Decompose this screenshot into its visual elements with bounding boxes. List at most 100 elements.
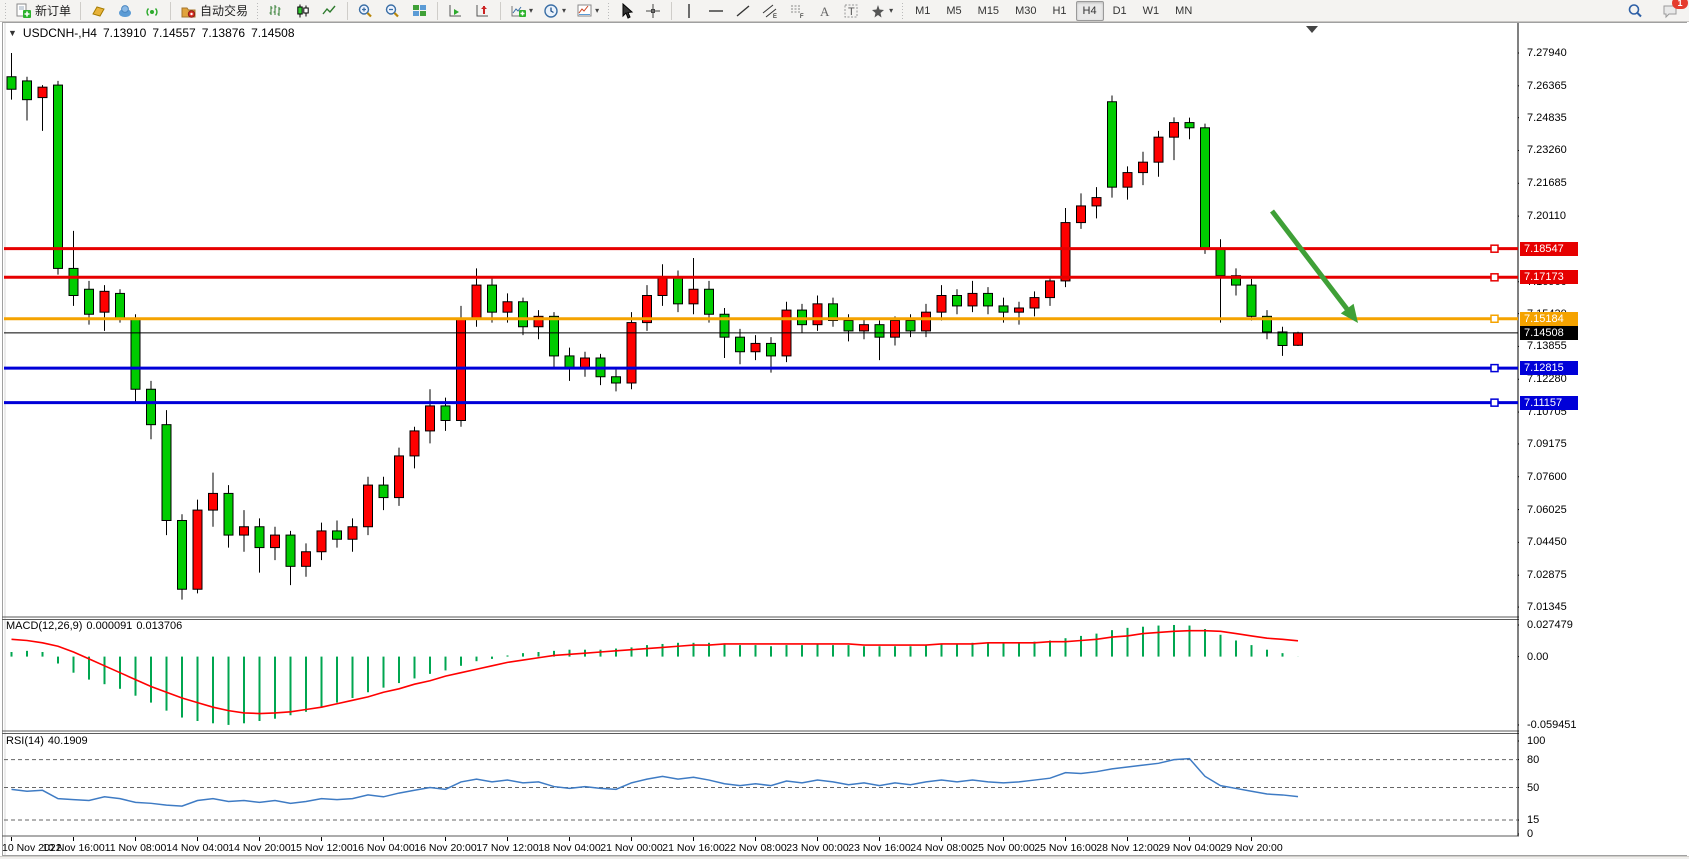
one-click-trading-toggle-icon[interactable]: ▼ <box>8 28 17 38</box>
candle-down <box>875 325 884 337</box>
auto-scroll-button[interactable] <box>443 0 468 22</box>
timeframe-w1-button[interactable]: W1 <box>1136 1 1167 21</box>
rsi-tick-label: 100 <box>1527 735 1545 747</box>
text-label-icon: T <box>843 3 860 19</box>
timeframe-m1-button[interactable]: M1 <box>908 1 937 21</box>
price-line-handle[interactable] <box>1491 315 1498 322</box>
chart-shift-marker[interactable] <box>1306 26 1318 33</box>
price-tick-label: 7.27940 <box>1527 47 1567 59</box>
candle-up <box>240 527 249 535</box>
candle-down <box>705 289 714 314</box>
chart-canvas[interactable] <box>0 0 1689 859</box>
candle-up <box>426 406 435 431</box>
rsi-name: RSI(14) <box>6 735 44 747</box>
toolbar-grip[interactable] <box>606 3 611 19</box>
horizontal-price-lines[interactable] <box>4 245 1518 406</box>
dropdown-caret: ▾ <box>529 6 533 15</box>
community-button[interactable] <box>113 0 138 22</box>
shapes-tool-button[interactable]: ▾ <box>866 0 897 22</box>
signals-icon <box>144 3 161 19</box>
toolbar-grip[interactable] <box>3 3 8 19</box>
macd-main-value: 0.000091 <box>86 620 132 632</box>
candle-up <box>472 285 481 318</box>
vertical-line-tool-button[interactable] <box>677 0 702 22</box>
text-tool-button[interactable]: A <box>812 0 837 22</box>
candle-down <box>255 527 264 548</box>
price-badge-support-2: 7.11157 <box>1520 396 1578 410</box>
trend-arrow-annotation[interactable] <box>1272 211 1358 323</box>
time-axis-label: 17 Nov 12:00 <box>475 842 541 854</box>
equidistant-channel-icon: E <box>762 3 779 19</box>
price-line-handle[interactable] <box>1491 274 1498 281</box>
timeframe-h4-button[interactable]: H4 <box>1076 1 1104 21</box>
line-chart-mode-button[interactable] <box>317 0 342 22</box>
notifications-button[interactable]: 1 <box>1658 0 1683 22</box>
price-badge-current: 7.14508 <box>1520 326 1578 340</box>
price-line-handle[interactable] <box>1491 245 1498 252</box>
clock-icon <box>543 3 560 19</box>
timeframe-m5-button[interactable]: M5 <box>939 1 968 21</box>
price-line-handle[interactable] <box>1491 399 1498 406</box>
zoom-in-button[interactable] <box>353 0 378 22</box>
candle-down <box>767 343 776 355</box>
crosshair-button[interactable] <box>641 0 666 22</box>
tile-windows-icon <box>411 3 428 19</box>
autotrade-button[interactable]: 自动交易 <box>176 0 252 22</box>
bar-chart-icon <box>267 3 284 19</box>
trendline-tool-button[interactable] <box>731 0 756 22</box>
pane-separators[interactable] <box>2 617 1687 836</box>
price-tick-label: 7.04450 <box>1527 536 1567 548</box>
candle-down <box>54 85 63 268</box>
new-order-button[interactable]: 新订单 <box>11 0 75 22</box>
time-axis-label: 16 Nov 04:00 <box>351 842 417 854</box>
candle-up <box>38 87 47 97</box>
candle-down <box>844 320 853 330</box>
chart-shift-button[interactable] <box>470 0 495 22</box>
candle-down <box>550 316 559 356</box>
mt4-application-window: 新订单 自动交易 ▾ ▾ ▾ E F A T <box>0 0 1689 859</box>
toolbar-grip[interactable] <box>255 3 260 19</box>
candle-down <box>1108 102 1117 187</box>
macd-indicator-label: MACD(12,26,9)0.0000910.013706 <box>6 620 186 632</box>
candle-up <box>317 531 326 552</box>
price-tick-label: 7.06025 <box>1527 504 1567 516</box>
zoom-out-button[interactable] <box>380 0 405 22</box>
price-line-handle[interactable] <box>1491 365 1498 372</box>
candle-down <box>162 425 171 521</box>
periods-button[interactable]: ▾ <box>539 0 570 22</box>
candle-up <box>937 295 946 312</box>
horizontal-line-tool-button[interactable] <box>704 0 729 22</box>
candle-down <box>23 81 32 100</box>
candlestick-mode-button[interactable] <box>290 0 315 22</box>
candle-down <box>379 485 388 497</box>
market-button[interactable] <box>86 0 111 22</box>
timeframe-m30-button[interactable]: M30 <box>1008 1 1043 21</box>
timeframe-d1-button[interactable]: D1 <box>1106 1 1134 21</box>
channel-tool-button[interactable]: E <box>758 0 783 22</box>
timeframe-m15-button[interactable]: M15 <box>971 1 1006 21</box>
toolbar-grip[interactable] <box>900 3 905 19</box>
price-badge-resistance-1: 7.18547 <box>1520 242 1578 256</box>
tile-windows-button[interactable] <box>407 0 432 22</box>
search-icon <box>1627 3 1644 19</box>
candle-down <box>488 285 497 312</box>
templates-button[interactable]: ▾ <box>572 0 603 22</box>
chart-shift-icon <box>474 3 491 19</box>
dropdown-caret: ▾ <box>562 6 566 15</box>
new-order-icon <box>15 3 32 19</box>
fibonacci-tool-button[interactable]: F <box>785 0 810 22</box>
signals-button[interactable] <box>140 0 165 22</box>
candle-up <box>1123 173 1132 188</box>
candle-up <box>1077 206 1086 223</box>
candle-down <box>7 77 16 89</box>
chart-header: ▼ USDCNH-,H4 7.13910 7.14557 7.13876 7.1… <box>8 26 295 40</box>
bar-chart-mode-button[interactable] <box>263 0 288 22</box>
candle-up <box>1170 123 1179 138</box>
cursor-button[interactable] <box>614 0 639 22</box>
candle-down <box>1278 332 1287 346</box>
timeframe-mn-button[interactable]: MN <box>1168 1 1199 21</box>
indicators-button[interactable]: ▾ <box>506 0 537 22</box>
search-button[interactable] <box>1623 0 1648 22</box>
text-label-tool-button[interactable]: T <box>839 0 864 22</box>
timeframe-h1-button[interactable]: H1 <box>1045 1 1073 21</box>
